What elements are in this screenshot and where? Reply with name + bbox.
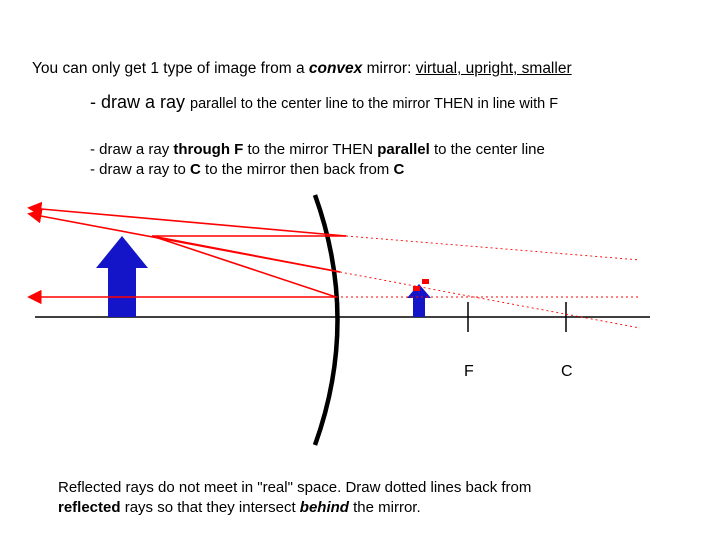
bullet-2-3: - draw a ray through F to the mirror THE… bbox=[90, 140, 545, 181]
bullet-1-pre: - draw a ray bbox=[90, 92, 190, 112]
heading: You can only get 1 type of image from a … bbox=[32, 60, 572, 78]
bullet-3-mid: to the mirror then back from bbox=[201, 161, 394, 178]
bullet-2-parallel: parallel bbox=[377, 141, 430, 158]
bullet-2-throughF: through F bbox=[173, 141, 243, 158]
mirror-arc bbox=[315, 195, 338, 445]
footer-l2d: the mirror. bbox=[349, 499, 421, 516]
bullet-2-mid: to the mirror THEN bbox=[243, 141, 377, 158]
object-arrow bbox=[96, 236, 148, 317]
bullet-1-mid: to the center line to the mirror THEN in… bbox=[237, 96, 549, 112]
bullet-3-C2: C bbox=[393, 161, 404, 178]
bullet-1: - draw a ray parallel to the center line… bbox=[90, 92, 558, 113]
heading-mid: mirror: bbox=[362, 60, 415, 77]
footer-line1: Reflected rays do not meet in "real" spa… bbox=[58, 479, 531, 496]
bullet-3-C: C bbox=[190, 161, 201, 178]
bullet-1-parallel: parallel bbox=[190, 96, 237, 112]
footer-reflected: reflected bbox=[58, 499, 121, 516]
bullet-1-F: F bbox=[549, 96, 558, 112]
footer-l2b: rays so that they intersect bbox=[121, 499, 300, 516]
heading-props: virtual, upright, smaller bbox=[416, 60, 572, 77]
label-F: F bbox=[464, 363, 474, 381]
heading-convex: convex bbox=[309, 60, 362, 77]
bullet-2-pre: - draw a ray bbox=[90, 141, 173, 158]
image-tip-marker-2 bbox=[422, 279, 429, 284]
bullet-3-pre: - draw a ray to bbox=[90, 161, 190, 178]
bullet-2-end: to the center line bbox=[430, 141, 545, 158]
convex-mirror-diagram bbox=[0, 0, 720, 540]
footer-behind: behind bbox=[300, 499, 349, 516]
image-tip-marker-1 bbox=[413, 286, 420, 291]
label-C: C bbox=[561, 363, 573, 381]
footer-note: Reflected rays do not meet in "real" spa… bbox=[58, 478, 531, 518]
heading-pre: You can only get 1 type of image from a bbox=[32, 60, 309, 77]
